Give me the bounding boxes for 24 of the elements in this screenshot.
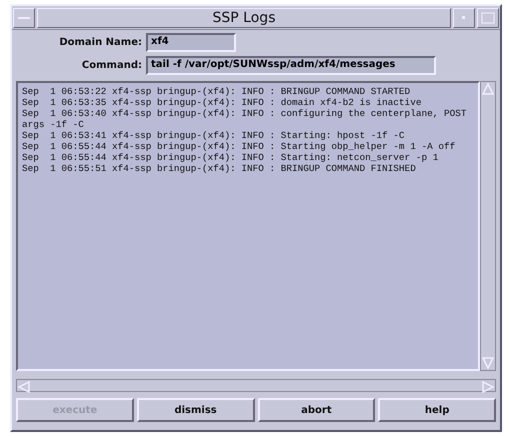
action-button[interactable]: help [378,398,496,422]
log-line: Sep 1 06:55:44 xf4-ssp bringup-(xf4): INFO : Starting: netcon_server -p 1 [22,152,440,163]
log-line: args -1f -C [22,119,85,130]
log-line: Sep 1 06:53:35 xf4-ssp bringup-(xf4): INFO : domain xf4-b2 is inactive [22,97,422,108]
field-label: Command: [80,60,142,71]
input-field[interactable]: tail -f /var/opt/SUNWssp/adm/xf4/messages [146,56,436,75]
square-icon [481,12,495,24]
window-menu-button[interactable] [13,8,35,28]
scroll-right-arrow-icon[interactable] [481,380,495,394]
input-field[interactable]: xf4 [146,33,236,52]
log-line: Sep 1 06:53:40 xf4-ssp bringup-(xf4): INFO : configuring the centerplane, POST [22,108,468,119]
action-button[interactable]: dismiss [136,398,254,422]
log-line: Sep 1 06:53:41 xf4-ssp bringup-(xf4): INFO : Starting: hpost -1f -C [22,130,406,141]
log-line: Sep 1 06:55:44 xf4-ssp bringup-(xf4): INFO : Starting obp_helper -m 1 -A off [22,141,456,152]
log-line: Sep 1 06:53:22 xf4-ssp bringup-(xf4): INFO : BRINGUP COMMAND STARTED [22,86,412,97]
field-label: Domain Name: [58,37,142,48]
bar-icon [18,16,30,20]
scroll-left-arrow-icon[interactable] [17,380,31,394]
minimize-button[interactable] [453,8,475,28]
log-line: Sep 1 06:55:51 xf4-ssp bringup-(xf4): INFO : BRINGUP COMMAND FINISHED [22,163,417,174]
action-button[interactable]: abort [258,398,376,422]
window-title: SSP Logs [37,8,451,28]
horizontal-scrollbar[interactable] [16,379,496,392]
maximize-button[interactable] [477,8,499,28]
